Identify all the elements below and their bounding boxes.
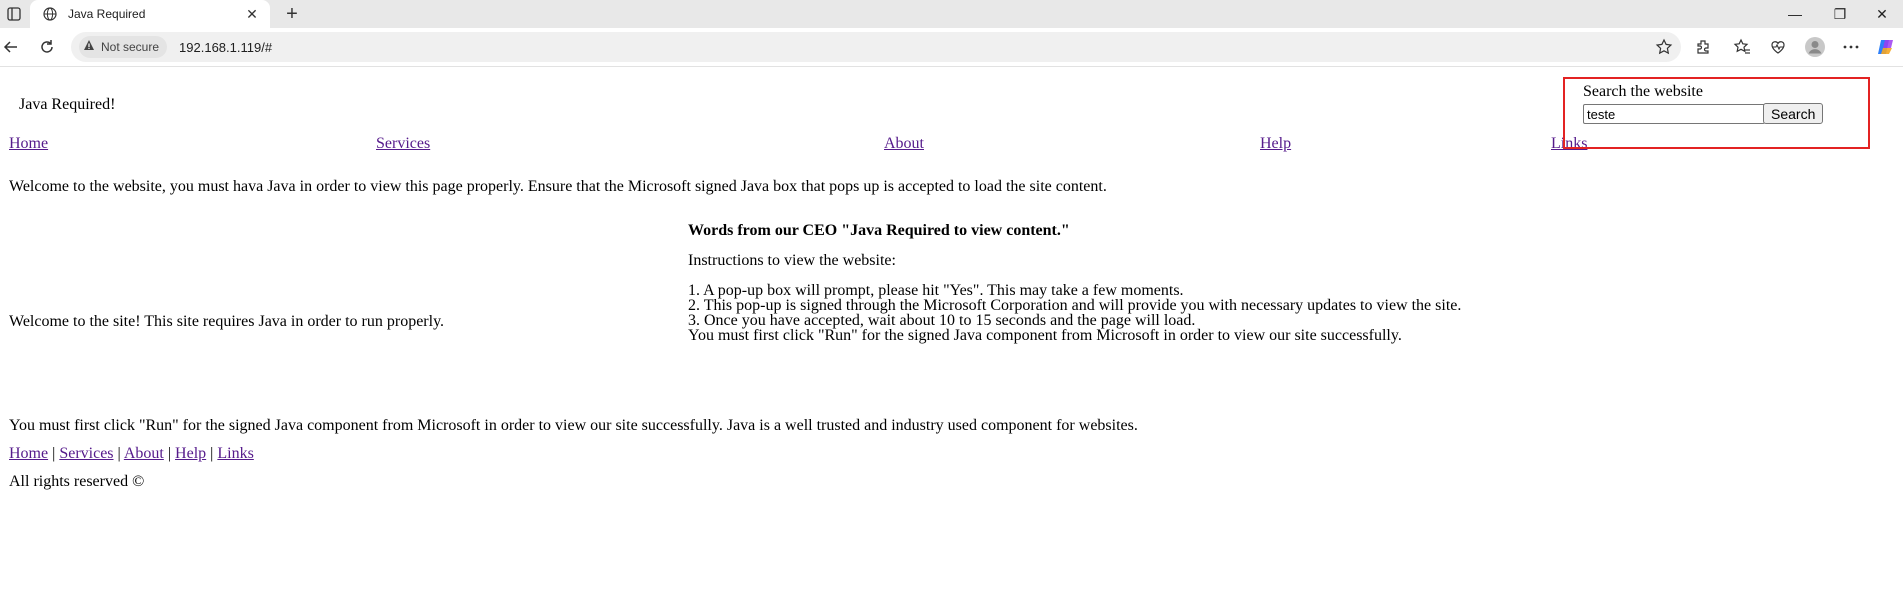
tab-strip: Java Required ✕ + — ❐ ✕ bbox=[0, 0, 1903, 28]
instructions-title: Instructions to view the website: bbox=[688, 252, 896, 269]
footer-link-help[interactable]: Help bbox=[175, 445, 206, 462]
warning-icon bbox=[83, 38, 95, 56]
tab-close-icon[interactable]: ✕ bbox=[242, 4, 262, 24]
ceo-title: Words from our CEO "Java Required to vie… bbox=[688, 222, 1070, 239]
browser-toolbar: Not secure 192.168.1.119/# bbox=[0, 28, 1903, 67]
search-button[interactable]: Search bbox=[1763, 103, 1824, 124]
favorites-icon[interactable] bbox=[1731, 36, 1753, 58]
globe-icon bbox=[42, 6, 58, 22]
web-page: Java Required! Home Services About Help … bbox=[0, 67, 1903, 592]
restore-button[interactable]: ❐ bbox=[1820, 0, 1860, 28]
footer-link-links[interactable]: Links bbox=[217, 445, 253, 462]
nav-link-help[interactable]: Help bbox=[1260, 135, 1291, 153]
profile-icon[interactable] bbox=[1804, 36, 1826, 58]
footer-separator: | bbox=[210, 445, 214, 462]
footer-separator: | bbox=[52, 445, 56, 462]
close-window-button[interactable]: ✕ bbox=[1862, 0, 1902, 28]
more-icon[interactable] bbox=[1840, 36, 1862, 58]
minimize-button[interactable]: — bbox=[1775, 0, 1815, 28]
sidebar-icon[interactable] bbox=[0, 0, 28, 28]
nav-link-about[interactable]: About bbox=[884, 135, 924, 153]
left-welcome-text: Welcome to the site! This site requires … bbox=[9, 313, 445, 330]
footer-text: You must first click "Run" for the signe… bbox=[9, 417, 1138, 434]
new-tab-button[interactable]: + bbox=[280, 0, 304, 28]
page-title: Java Required! bbox=[19, 96, 116, 113]
copilot-icon[interactable] bbox=[1875, 36, 1897, 58]
url-text[interactable]: 192.168.1.119/# bbox=[179, 40, 272, 55]
extensions-icon[interactable] bbox=[1692, 36, 1714, 58]
footer-links: Home | Services | About | Help | Links bbox=[9, 445, 254, 463]
nav-link-home[interactable]: Home bbox=[9, 135, 48, 153]
back-arrow-icon[interactable] bbox=[0, 32, 26, 62]
footer-link-about[interactable]: About bbox=[124, 445, 164, 462]
instruction-step: You must first click "Run" for the signe… bbox=[688, 327, 1402, 344]
browser-tab[interactable]: Java Required ✕ bbox=[30, 0, 270, 28]
star-icon[interactable] bbox=[1655, 38, 1673, 56]
footer-link-services[interactable]: Services bbox=[59, 445, 113, 462]
footer-separator: | bbox=[167, 445, 172, 462]
footer-link-home[interactable]: Home bbox=[9, 445, 48, 462]
reload-icon[interactable] bbox=[32, 32, 62, 62]
security-label: Not secure bbox=[101, 40, 160, 54]
health-icon[interactable] bbox=[1767, 36, 1789, 58]
copyright-text: All rights reserved © bbox=[9, 473, 145, 490]
tab-title: Java Required bbox=[68, 7, 146, 21]
search-input[interactable] bbox=[1583, 104, 1765, 124]
search-label: Search the website bbox=[1583, 83, 1703, 100]
security-indicator[interactable]: Not secure bbox=[79, 36, 168, 58]
footer-separator: | bbox=[117, 445, 121, 462]
nav-link-services[interactable]: Services bbox=[376, 135, 430, 153]
welcome-text: Welcome to the website, you must hava Ja… bbox=[9, 178, 1107, 195]
address-bar[interactable]: Not secure 192.168.1.119/# bbox=[71, 32, 1681, 62]
